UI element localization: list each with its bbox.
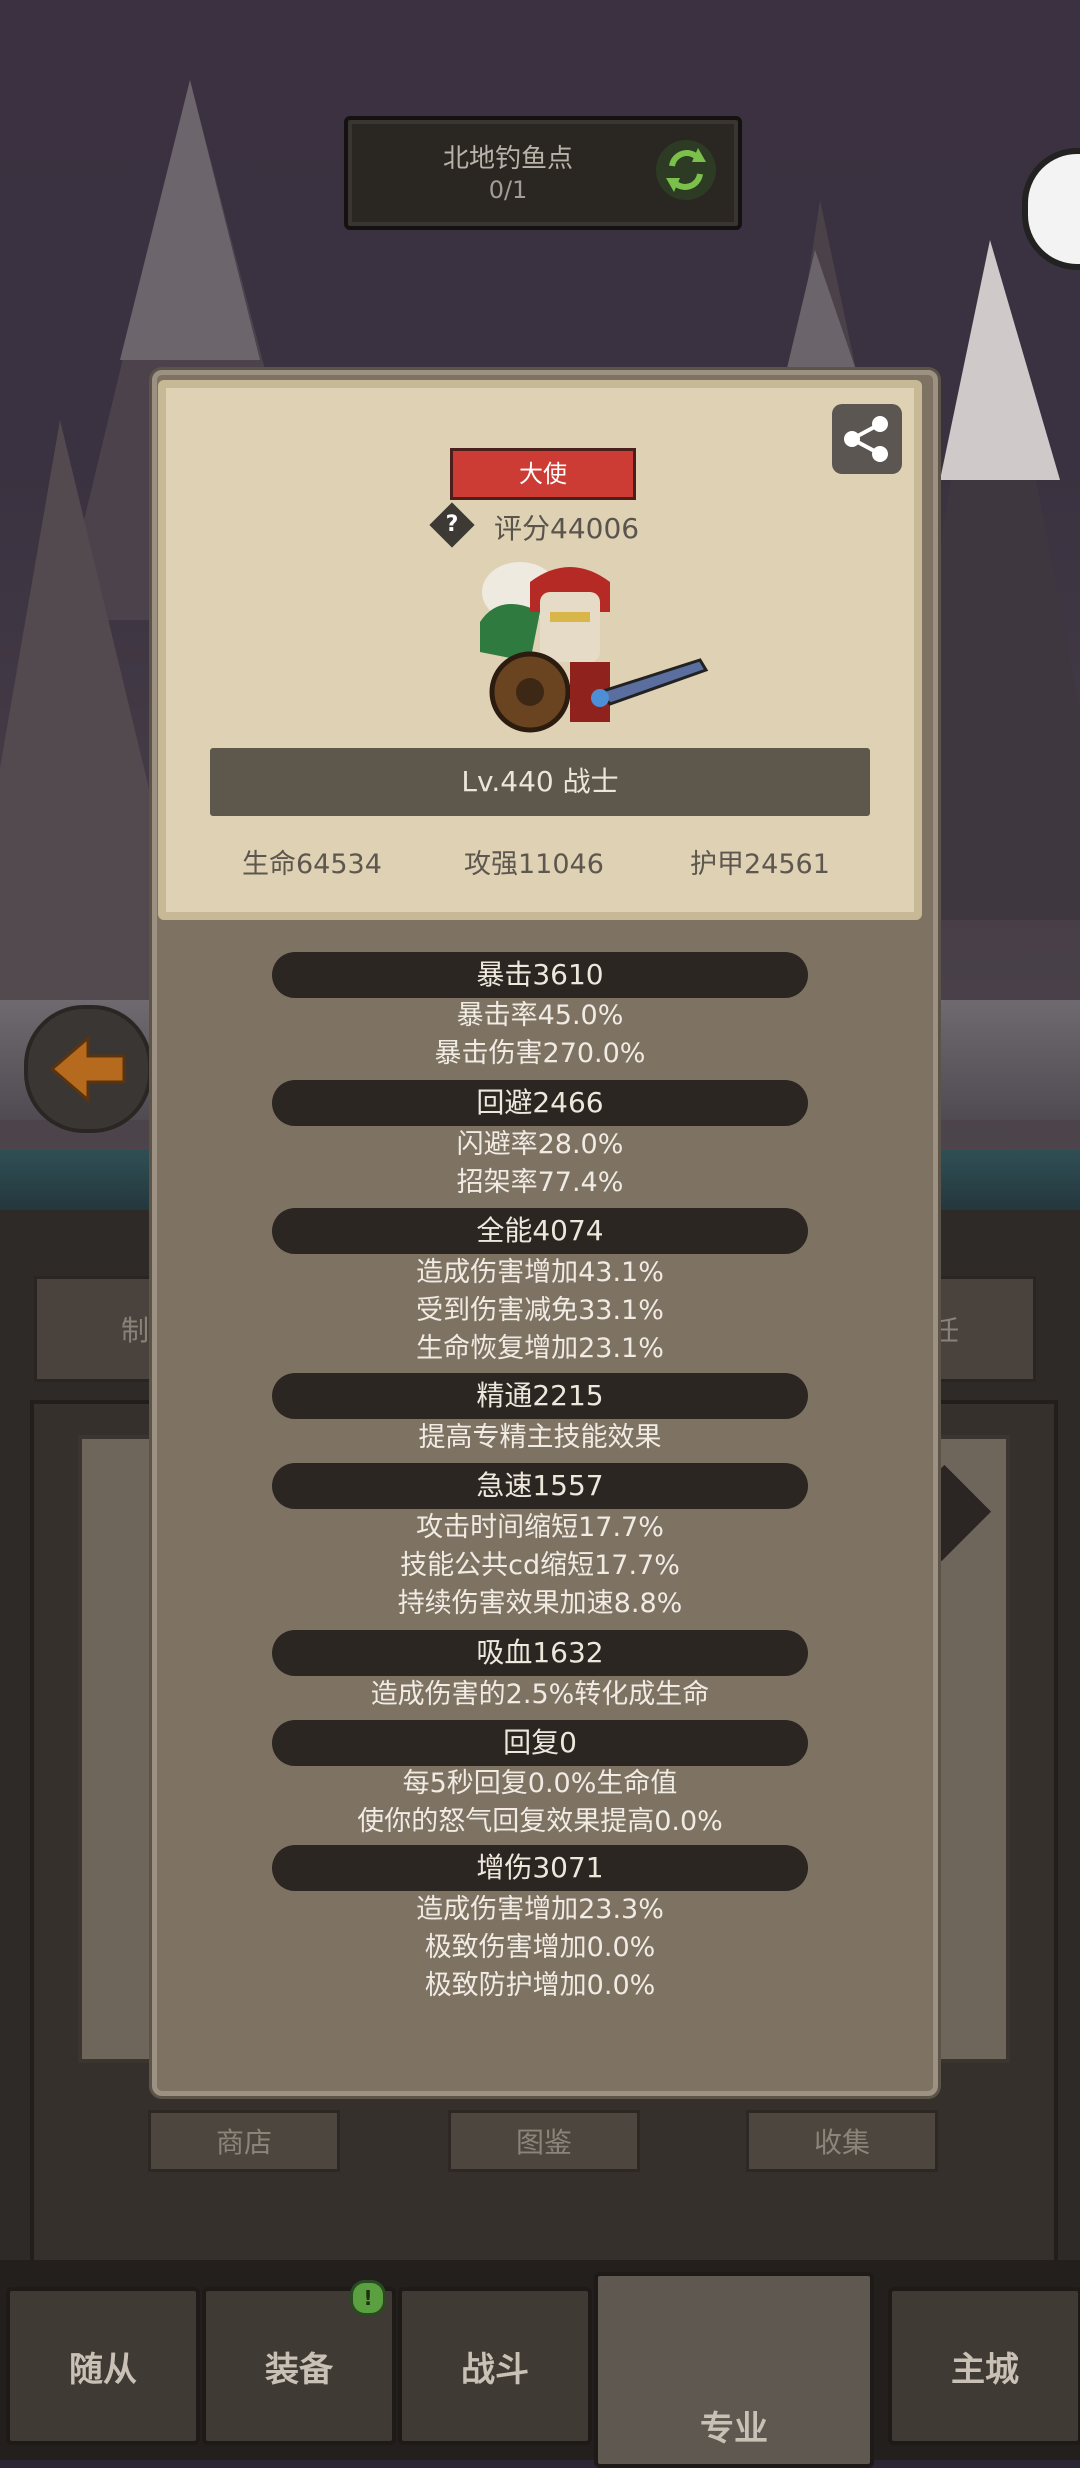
- stat-detail: 每5秒回复0.0%生命值: [402, 1768, 678, 1799]
- stat-haste-header: 急速1557: [272, 1463, 808, 1509]
- stat-avoidance-header: 回避2466: [272, 1080, 808, 1126]
- stat-armor: 护甲24561: [690, 849, 830, 880]
- stat-versatility-header: 全能4074: [272, 1208, 808, 1254]
- character-score: 评分44006: [494, 512, 640, 545]
- level-class-bar: Lv.440 战士: [210, 748, 870, 816]
- stat-damage-bonus-header: 增伤3071: [272, 1845, 808, 1891]
- stat-detail: 造成伤害增加23.3%: [416, 1894, 664, 1925]
- stat-detail: 极致防护增加0.0%: [424, 1970, 656, 2001]
- nav-profession[interactable]: 专业: [594, 2272, 874, 2468]
- location-name: 北地钓鱼点: [442, 144, 573, 174]
- notification-badge: !: [350, 2280, 386, 2316]
- stat-detail: 暴击伤害270.0%: [434, 1038, 646, 1069]
- location-count: 0/1: [488, 176, 528, 204]
- stat-detail: 受到伤害减免33.1%: [416, 1295, 664, 1326]
- stat-leech-header: 吸血1632: [272, 1630, 808, 1676]
- back-arrow-icon: [49, 1034, 126, 1104]
- stat-detail: 暴击率45.0%: [456, 1000, 624, 1031]
- hero-sprite: [480, 562, 709, 733]
- share-icon: [844, 416, 888, 462]
- nav-followers[interactable]: 随从: [6, 2287, 200, 2445]
- shop-button[interactable]: 商店: [148, 2110, 340, 2172]
- stat-detail: 生命恢复增加23.1%: [416, 1333, 664, 1364]
- stat-attack-power: 攻强11046: [464, 849, 604, 880]
- codex-button[interactable]: 图鉴: [448, 2110, 640, 2172]
- score-row: ? 评分44006: [429, 502, 670, 548]
- refresh-icon[interactable]: [656, 140, 716, 200]
- stat-detail: 闪避率28.0%: [456, 1129, 624, 1160]
- location-plate: 北地钓鱼点 0/1: [344, 116, 742, 230]
- stat-detail: 持续伤害效果加速8.8%: [397, 1588, 683, 1619]
- stat-detail: 极致伤害增加0.0%: [424, 1932, 656, 1963]
- rank-badge: 大使: [450, 448, 636, 500]
- back-button[interactable]: [24, 1005, 152, 1133]
- nav-battle[interactable]: 战斗: [398, 2287, 592, 2445]
- nav-profession-label: 专业: [700, 2409, 768, 2449]
- collection-button[interactable]: 收集: [746, 2110, 938, 2172]
- stat-hp: 生命64534: [242, 849, 382, 880]
- share-button[interactable]: [832, 404, 902, 474]
- stat-detail: 招架率77.4%: [456, 1167, 624, 1198]
- stat-detail: 技能公共cd缩短17.7%: [400, 1550, 680, 1581]
- stat-detail: 造成伤害增加43.1%: [416, 1257, 664, 1288]
- stat-crit-header: 暴击3610: [272, 952, 808, 998]
- nav-main-city[interactable]: 主城: [888, 2287, 1080, 2445]
- stat-mastery-header: 精通2215: [272, 1373, 808, 1419]
- stat-regen-header: 回复0: [272, 1720, 808, 1766]
- stat-detail: 使你的怒气回复效果提高0.0%: [357, 1806, 723, 1837]
- stat-detail: 提高专精主技能效果: [418, 1422, 662, 1453]
- stat-detail: 造成伤害的2.5%转化成生命: [370, 1679, 710, 1710]
- stat-detail: 攻击时间缩短17.7%: [416, 1512, 664, 1543]
